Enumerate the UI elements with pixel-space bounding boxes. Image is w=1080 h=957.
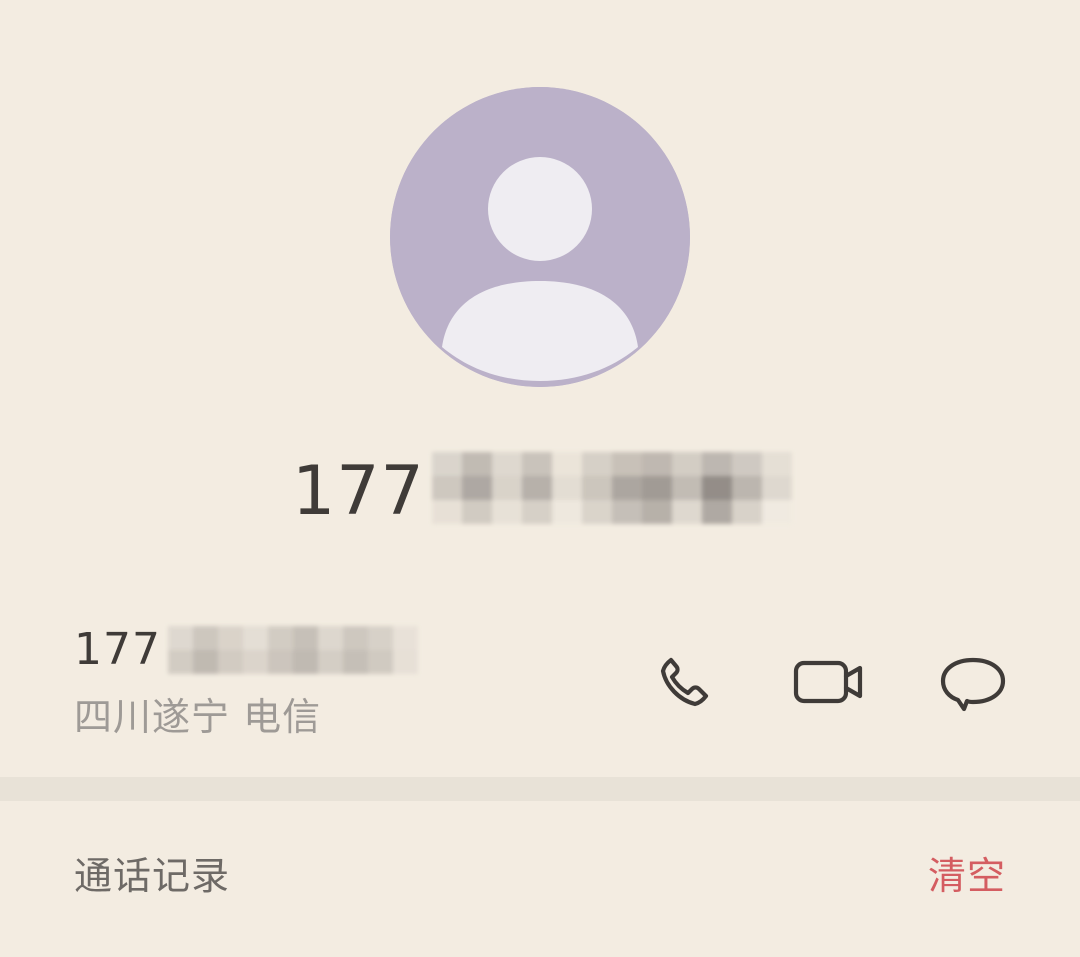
- contact-detail-page: 177 177 四川遂宁 电信 通话记录 清空: [0, 0, 1080, 957]
- pixel: [642, 500, 672, 524]
- pixel: [168, 650, 193, 674]
- pixel: [612, 500, 642, 524]
- contact-number-mask: [168, 626, 418, 674]
- pixel: [218, 626, 243, 650]
- pixel: [672, 500, 702, 524]
- pixel: [612, 452, 642, 476]
- pixel: [168, 626, 193, 650]
- pixel: [318, 626, 343, 650]
- pixel: [318, 650, 343, 674]
- pixel: [582, 476, 612, 500]
- pixel: [642, 476, 672, 500]
- pixel: [672, 476, 702, 500]
- pixel: [462, 500, 492, 524]
- pixel: [368, 650, 393, 674]
- avatar: [390, 87, 690, 387]
- pixel: [432, 500, 462, 524]
- video-call-icon: [793, 660, 863, 704]
- pixel: [343, 650, 368, 674]
- pixel: [762, 452, 792, 476]
- pixel: [432, 476, 462, 500]
- pixel: [218, 650, 243, 674]
- pixel: [343, 626, 368, 650]
- pixel: [368, 626, 393, 650]
- pixel: [462, 476, 492, 500]
- pixel: [492, 452, 522, 476]
- pixel: [393, 650, 418, 674]
- pixel: [432, 452, 462, 476]
- pixel: [492, 476, 522, 500]
- pixel: [492, 500, 522, 524]
- pixel: [552, 476, 582, 500]
- contact-number-row[interactable]: 177: [74, 624, 161, 676]
- pixel: [732, 476, 762, 500]
- pixel: [243, 650, 268, 674]
- pixel: [393, 626, 418, 650]
- pixelation-block: [168, 626, 418, 674]
- clear-history-button[interactable]: 清空: [928, 857, 1006, 895]
- pixelation-block: [432, 452, 802, 524]
- pixel: [732, 500, 762, 524]
- pixel: [552, 452, 582, 476]
- pixel: [193, 650, 218, 674]
- pixel: [552, 500, 582, 524]
- pixel: [732, 452, 762, 476]
- pixel: [293, 626, 318, 650]
- pixel: [702, 500, 732, 524]
- call-history-title: 通话记录: [74, 854, 231, 898]
- pixel: [702, 452, 732, 476]
- call-button[interactable]: [640, 637, 730, 727]
- pixel: [612, 476, 642, 500]
- pixel: [762, 500, 792, 524]
- title-number-mask: [432, 452, 802, 532]
- pixel: [702, 476, 732, 500]
- pixel: [522, 452, 552, 476]
- pixel: [268, 650, 293, 674]
- pixel: [293, 650, 318, 674]
- person-icon: [390, 87, 690, 387]
- pixel: [522, 476, 552, 500]
- phone-icon: [660, 657, 709, 707]
- message-icon: [940, 657, 1006, 712]
- pixel: [582, 452, 612, 476]
- message-button[interactable]: [928, 637, 1018, 727]
- pixel: [462, 452, 492, 476]
- contact-title-number: 177: [292, 452, 425, 531]
- pixel: [672, 452, 702, 476]
- pixel: [522, 500, 552, 524]
- pixel: [193, 626, 218, 650]
- pixel: [762, 476, 792, 500]
- contact-title-row: 177: [292, 452, 425, 532]
- section-divider: [0, 777, 1080, 801]
- video-call-button[interactable]: [783, 637, 873, 727]
- pixel: [582, 500, 612, 524]
- pixel: [268, 626, 293, 650]
- contact-location: 四川遂宁 电信: [74, 695, 322, 739]
- pixel: [243, 626, 268, 650]
- contact-number: 177: [74, 624, 161, 675]
- pixel: [642, 452, 672, 476]
